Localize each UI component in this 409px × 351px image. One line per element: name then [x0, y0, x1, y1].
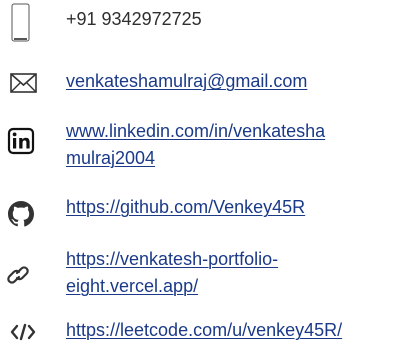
- phone-number: +91 9342972725: [66, 9, 202, 29]
- email-link[interactable]: venkateshamulraj@gmail.com: [66, 68, 307, 95]
- contact-portfolio: https://venkatesh-portfolio- eight.verce…: [0, 246, 409, 308]
- contact-leetcode: https://leetcode.com/u/venkey45R/: [0, 314, 409, 350]
- contact-github: https://github.com/Venkey45R: [0, 192, 409, 232]
- leetcode-link[interactable]: https://leetcode.com/u/venkey45R/: [66, 317, 342, 344]
- smartphone-icon: [11, 3, 30, 42]
- contact-linkedin: www.linkedin.com/in/venkatesha mulraj200…: [0, 118, 409, 180]
- contact-phone: +91 9342972725: [0, 0, 409, 44]
- contact-email: venkateshamulraj@gmail.com: [0, 62, 409, 102]
- mail-icon: [10, 73, 37, 93]
- portfolio-link-line1[interactable]: https://venkatesh-portfolio-: [66, 246, 278, 273]
- linkedin-icon: [7, 127, 35, 155]
- code-icon: [10, 323, 36, 341]
- link-icon: [7, 266, 29, 284]
- linkedin-link-line1[interactable]: www.linkedin.com/in/venkatesha: [66, 118, 325, 145]
- portfolio-link-line2[interactable]: eight.vercel.app/: [66, 273, 198, 300]
- linkedin-link-line2[interactable]: mulraj2004: [66, 145, 155, 172]
- github-icon: [8, 201, 34, 227]
- github-link[interactable]: https://github.com/Venkey45R: [66, 194, 305, 221]
